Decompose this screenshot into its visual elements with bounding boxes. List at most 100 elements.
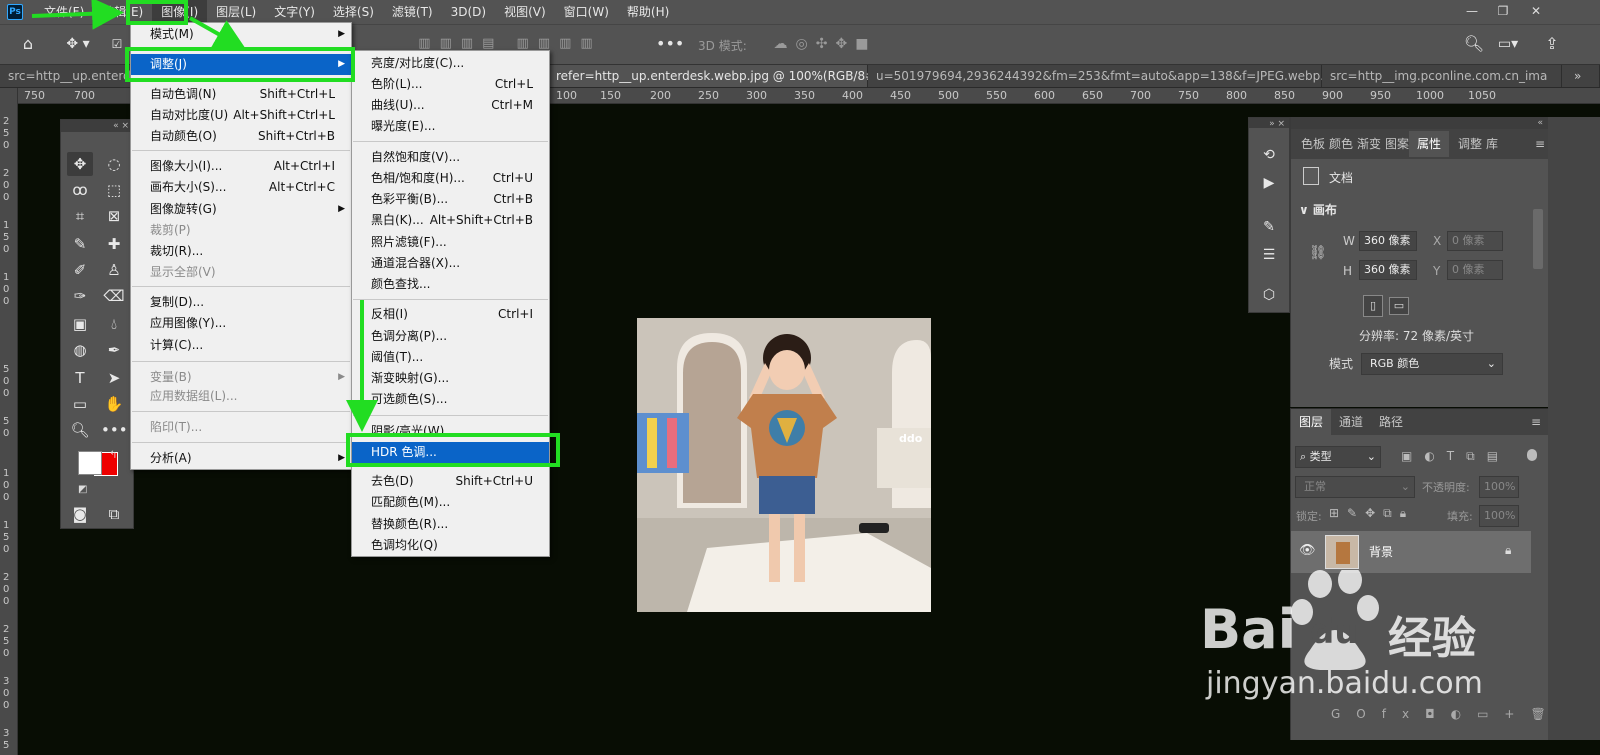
ruler-label: 3	[3, 676, 10, 687]
blend-mode-select[interactable]: 正常 ⌄	[1295, 476, 1415, 498]
portrait-orientation-icon[interactable]: ▯	[1363, 295, 1383, 317]
layer-filter-select[interactable]: ⌕ 类型 ⌄	[1295, 446, 1381, 468]
default-colors-icon[interactable]: ◩	[78, 484, 87, 495]
opacity-label: 不透明度:	[1422, 481, 1470, 494]
opacity-field[interactable]: 100%	[1479, 476, 1519, 498]
chevron-down-icon: ⌄	[1486, 357, 1496, 370]
link-dimensions-icon[interactable]: ⛓	[1309, 245, 1327, 261]
menu-item-desaturate[interactable]: 去色(D) Shift+Ctrl+U	[352, 471, 549, 492]
ruler-label: 5	[3, 636, 10, 647]
width-label: W	[1343, 234, 1355, 248]
scrollbar-thumb[interactable]	[1533, 209, 1543, 269]
actions-play-icon[interactable]: ▶	[1257, 172, 1281, 194]
color-mode-select[interactable]: RGB 颜色 ⌄	[1361, 353, 1503, 375]
foreground-color-swatch[interactable]	[78, 451, 102, 475]
canvas-image[interactable]: ddo	[637, 318, 931, 612]
ruler-label: 2	[3, 572, 10, 583]
layer-lock-icon: 🔒︎	[1505, 543, 1512, 557]
visibility-eye-icon[interactable]: 👁︎	[1299, 543, 1316, 558]
layer-thumbnail	[1325, 535, 1359, 569]
photo-child: ddo	[637, 318, 931, 612]
resolution-text: 分辨率: 72 像素/英寸	[1359, 329, 1474, 343]
jingyan-url: jingyan.baidu.com	[1206, 666, 1483, 701]
panel-menu-icon[interactable]: ≡	[1523, 409, 1549, 435]
tab-channels[interactable]: 通道	[1331, 409, 1371, 435]
width-field[interactable]: 360 像素	[1359, 231, 1417, 251]
tab-paths[interactable]: 路径	[1371, 409, 1411, 435]
ruler-label: 650	[1082, 89, 1103, 102]
y-label: Y	[1433, 264, 1441, 278]
height-field[interactable]: 360 像素	[1359, 260, 1417, 280]
ruler-label: 900	[1322, 89, 1343, 102]
landscape-orientation-icon[interactable]: ▭	[1389, 297, 1409, 315]
jingyan-text: 经验	[1388, 613, 1476, 664]
menu-item-match-color[interactable]: 匹配颜色(M)...	[352, 492, 549, 513]
chevron-down-icon: ∨	[1299, 203, 1313, 217]
ruler-label: 550	[986, 89, 1007, 102]
canvas-section-header[interactable]: ∨ 画布	[1299, 201, 1337, 218]
ruler-label: 0	[3, 648, 10, 659]
x-field: 0 像素	[1447, 231, 1503, 251]
ruler-label: 600	[1034, 89, 1055, 102]
ruler-label: 0	[3, 700, 10, 711]
tabs-overflow-icon[interactable]: »	[1566, 65, 1600, 87]
search-icon[interactable]: 🔍︎	[1462, 33, 1486, 55]
panel-collapse-icon[interactable]: «	[1291, 117, 1549, 129]
ruler-label: 3	[3, 728, 10, 739]
3d-cube-icon[interactable]: ⬡	[1257, 284, 1281, 306]
menu-item-hdr-toning[interactable]: HDR 色调...	[352, 442, 549, 463]
ruler-label: 400	[842, 89, 863, 102]
annotation-arrow	[189, 16, 247, 50]
canvas-watermark: ddo	[899, 432, 923, 445]
tab-document-3[interactable]: u=501979694,2936244392&fm=253&fmt=auto&a…	[868, 65, 1361, 87]
ruler-label: 0	[3, 544, 10, 555]
menu-item-replace-color[interactable]: 替换颜色(R)...	[352, 514, 549, 535]
menu-item-analysis[interactable]: 分析(A) ▶	[131, 448, 351, 469]
more-options-icon[interactable]: •••	[656, 33, 684, 55]
screen-mode-icon[interactable]: ⧉	[101, 502, 127, 526]
3d-mode-icons[interactable]: ☁◎✣✥■	[760, 33, 890, 55]
workspace-icon[interactable]: ▭▾	[1492, 33, 1524, 55]
ruler-label: 0	[3, 584, 10, 595]
ruler-label: 500	[938, 89, 959, 102]
adjustments-sliders-icon[interactable]: ☰	[1257, 244, 1281, 266]
menu-item-equalize[interactable]: 色调均化(Q)	[352, 535, 549, 556]
menu-help[interactable]: 帮助(H)	[618, 0, 678, 24]
panel-collapse-icon[interactable]: » ×	[1249, 118, 1289, 129]
baidu-brand-du: du	[1310, 612, 1359, 652]
tab-document-4[interactable]: src=http__img.pconline.com.cn_ima	[1322, 65, 1562, 87]
swap-colors-icon[interactable]: ↰	[109, 450, 117, 461]
restore-button[interactable]: ❐	[1492, 2, 1514, 20]
brush-settings-icon[interactable]: ✎	[1257, 216, 1281, 238]
ruler-label: 850	[1274, 89, 1295, 102]
history-icon[interactable]: ⟲	[1257, 144, 1281, 166]
ruler-label: 950	[1370, 89, 1391, 102]
layer-row-background[interactable]: 👁︎ 背景 🔒︎	[1291, 531, 1531, 573]
lock-label: 锁定:	[1296, 510, 1322, 523]
share-icon[interactable]: ⇪	[1540, 33, 1564, 55]
fill-field[interactable]: 100%	[1479, 505, 1519, 527]
ruler-label: 150	[600, 89, 621, 102]
x-label: X	[1433, 234, 1442, 248]
filter-toggle-icon[interactable]	[1527, 449, 1537, 461]
ruler-label: 800	[1226, 89, 1247, 102]
quick-mask-icon[interactable]: ◙	[67, 502, 93, 526]
close-button[interactable]: ✕	[1525, 2, 1547, 20]
minimize-button[interactable]: —	[1461, 2, 1483, 20]
collapsed-panel-strip: » × ⟲ ▶ ✎ ☰ ⬡	[1248, 117, 1290, 313]
panel-menu-icon[interactable]: ≡	[1531, 131, 1549, 157]
baidu-watermark: Bai du 经验 jingyan.baidu.com	[1200, 566, 1560, 720]
ruler-label: 1000	[1416, 89, 1444, 102]
ruler-label: 1	[3, 468, 10, 479]
tab-layers[interactable]: 图层	[1291, 409, 1332, 435]
tab-properties[interactable]: 属性	[1409, 131, 1450, 157]
submenu-arrow-icon: ▶	[338, 453, 345, 463]
layer-filter-icons[interactable]: ▣◐T⧉▤	[1401, 449, 1510, 464]
ruler-label: 200	[650, 89, 671, 102]
tab-libraries[interactable]: 库	[1482, 131, 1502, 157]
ruler-label: 1050	[1468, 89, 1496, 102]
ruler-label: 5	[3, 532, 10, 543]
annotation-arrow	[31, 0, 124, 30]
lock-icons[interactable]: ⊞✎✥⧉🔒︎	[1329, 506, 1414, 521]
document-icon	[1303, 167, 1319, 185]
